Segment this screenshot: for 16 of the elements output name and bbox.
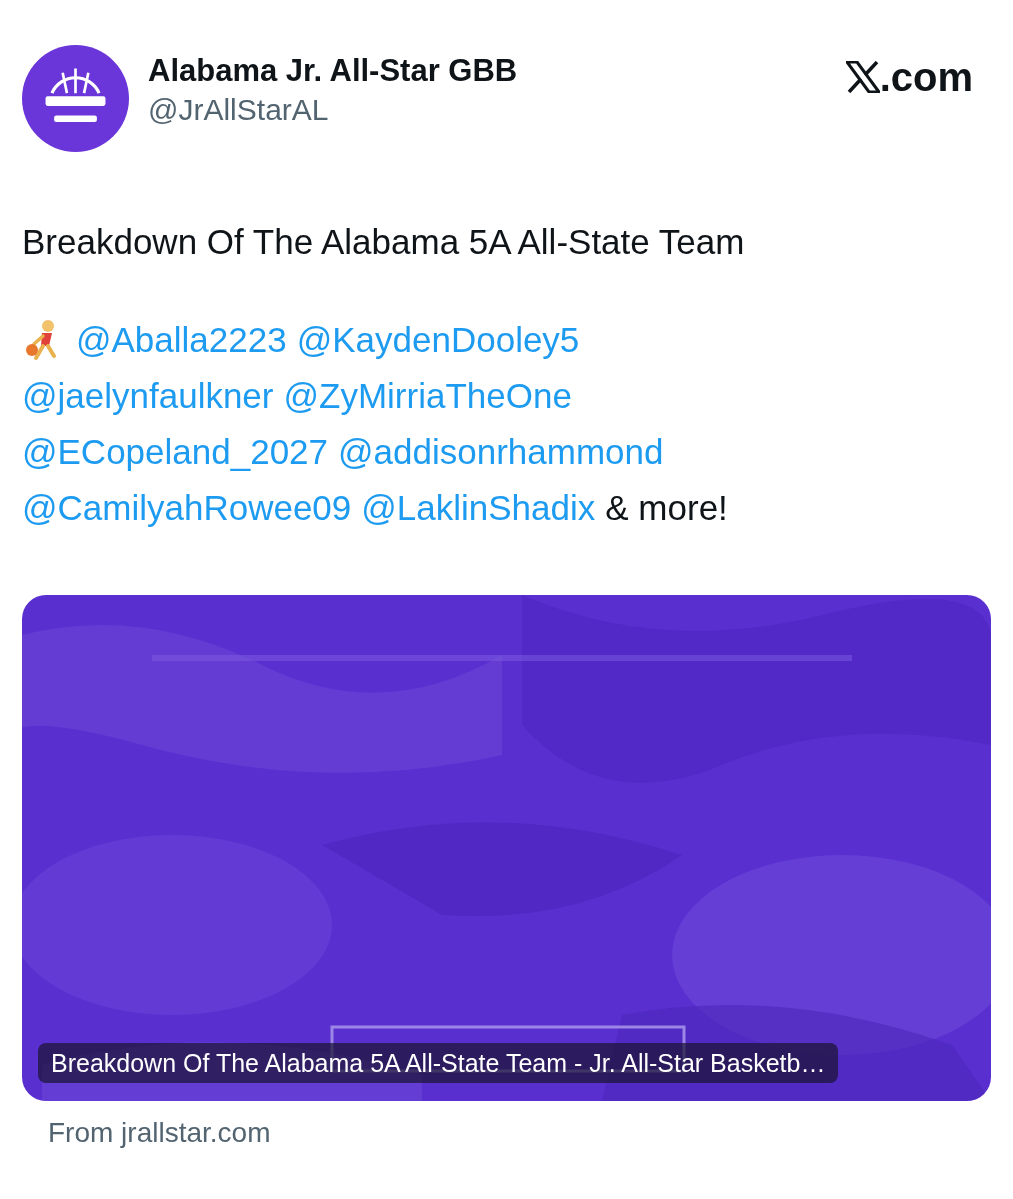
account-handle[interactable]: @JrAllStarAL: [148, 91, 518, 129]
post-text: & more!: [605, 487, 728, 529]
mention-link[interactable]: @KaydenDooley5: [296, 318, 580, 362]
mention-link[interactable]: @addisonrhammond: [338, 430, 664, 474]
mention-link[interactable]: @jaelynfaulkner: [22, 374, 274, 418]
site-label: .com: [879, 55, 973, 99]
mention-link[interactable]: @CamilyahRowee09: [22, 486, 352, 530]
mention-link[interactable]: @LaklinShadix: [361, 486, 596, 530]
link-card-title[interactable]: Breakdown Of The Alabama 5A All-State Team - Jr. All-Star Basketb…: [38, 1043, 839, 1083]
x-logo-icon: [845, 61, 880, 93]
link-source[interactable]: From jrallstar.com: [48, 1115, 991, 1151]
post-text: Breakdown Of The Alabama 5A All-State Team: [22, 221, 746, 263]
mention-link[interactable]: @ZyMirriaTheOne: [283, 374, 572, 418]
account-name[interactable]: Alabama Jr. All-Star GBB: [148, 51, 518, 91]
mention-link[interactable]: @Aballa2223: [76, 318, 287, 362]
mention-link[interactable]: @ECopeland_2027: [22, 430, 329, 474]
